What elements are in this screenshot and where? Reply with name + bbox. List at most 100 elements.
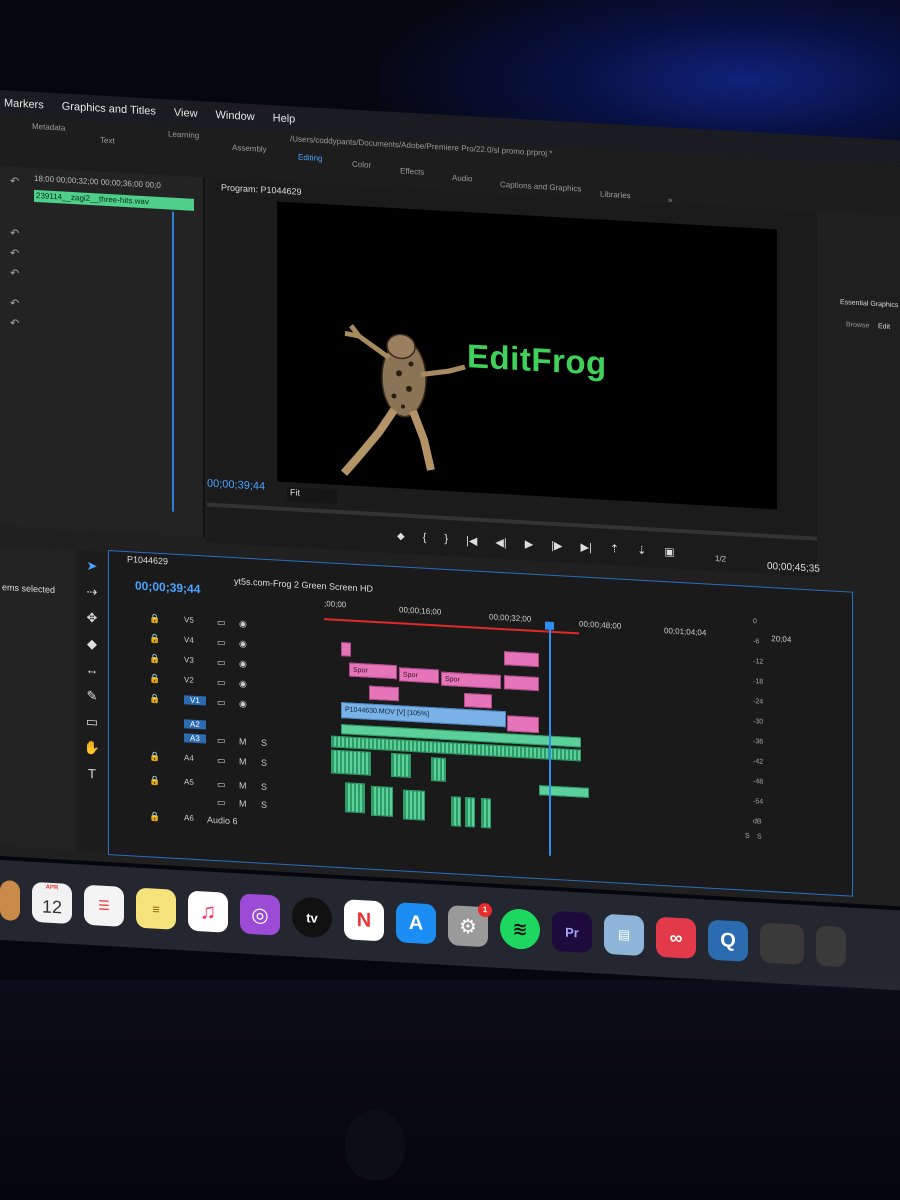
step-back-icon[interactable]: ◀| — [495, 536, 506, 550]
tab-text[interactable]: Text — [100, 136, 115, 146]
sync-icon[interactable]: ▭ — [217, 779, 226, 790]
tab-effects[interactable]: Effects — [400, 166, 424, 176]
sync-icon[interactable]: ▭ — [217, 677, 226, 688]
tab-libraries[interactable]: Libraries — [600, 190, 631, 201]
quicktime-icon[interactable]: Q — [708, 919, 748, 962]
menu-view[interactable]: View — [174, 107, 198, 120]
lock-icon[interactable]: 🔒 — [149, 775, 160, 787]
timeline-tab[interactable]: P1044629 — [127, 554, 168, 566]
tab-metadata[interactable]: Metadata — [32, 122, 65, 133]
type-tool-icon[interactable]: T — [81, 763, 103, 786]
mute-button[interactable]: M — [239, 780, 247, 790]
lock-icon[interactable]: 🔒 — [149, 653, 160, 665]
tab-color[interactable]: Color — [352, 160, 371, 170]
program-scrubber[interactable] — [207, 502, 817, 541]
menu-graphics-titles[interactable]: Graphics and Titles — [62, 100, 156, 117]
resolution-dropdown[interactable]: 1/2 — [715, 554, 726, 564]
mute-button[interactable]: M — [239, 798, 247, 808]
track-a4[interactable]: A4 — [184, 753, 194, 763]
selection-tool-icon[interactable]: ➤ — [81, 555, 103, 578]
source-audio-clip[interactable]: 239114__zagi2__three-hits.wav — [34, 189, 194, 211]
audio-clip[interactable] — [331, 749, 371, 776]
edit-tab[interactable]: Edit — [878, 323, 890, 331]
track-v4[interactable]: V4 — [184, 635, 194, 645]
tab-editing[interactable]: Editing — [298, 153, 322, 163]
play-button-icon[interactable]: ▶ — [525, 537, 533, 550]
undo-icon[interactable]: ↶ — [10, 175, 19, 189]
undo-icon[interactable]: ↶ — [10, 267, 19, 281]
timeline-clip[interactable] — [369, 685, 399, 702]
music-icon[interactable]: ♫ — [188, 890, 228, 933]
audio-clip[interactable] — [481, 797, 491, 829]
lock-icon[interactable]: 🔒 — [149, 811, 160, 823]
system-settings-icon[interactable]: ⚙ 1 — [448, 902, 492, 948]
sync-icon[interactable]: ▭ — [217, 797, 226, 808]
news-icon[interactable]: N — [344, 899, 384, 942]
audio-clip[interactable] — [371, 785, 393, 817]
track-v2[interactable]: V2 — [184, 675, 194, 685]
editfrog-title-overlay[interactable]: EditFrog — [467, 337, 607, 383]
track-select-tool-icon[interactable]: ⇢ — [81, 581, 103, 604]
creative-cloud-icon[interactable]: ∞ — [656, 916, 696, 959]
audio-clip[interactable] — [345, 782, 365, 814]
eye-icon[interactable]: ◉ — [239, 678, 247, 689]
track-a2[interactable]: A2 — [184, 719, 206, 730]
mark-in-icon[interactable]: { — [423, 532, 427, 545]
lock-icon[interactable]: 🔒 — [149, 673, 160, 685]
mark-out-icon[interactable]: } — [444, 533, 448, 546]
notes-icon[interactable]: ≡ — [136, 887, 176, 930]
timeline-clip-spor[interactable]: Spor — [349, 662, 397, 680]
podcasts-icon[interactable]: ◎ — [240, 893, 280, 936]
audio-clip[interactable] — [403, 789, 425, 821]
sync-icon[interactable]: ▭ — [217, 735, 226, 746]
solo-button[interactable]: S — [261, 738, 267, 748]
sync-icon[interactable]: ▭ — [217, 637, 226, 648]
undo-icon[interactable]: ↶ — [10, 247, 19, 261]
timeline-timecode[interactable]: 00;00;39;44 — [135, 579, 200, 597]
lift-icon[interactable]: ⇡ — [610, 542, 619, 556]
calendar-icon[interactable]: APR 12 — [32, 881, 72, 925]
tab-assembly[interactable]: Assembly — [232, 143, 267, 154]
menu-markers[interactable]: Markers — [4, 97, 44, 111]
export-frame-icon[interactable]: ▣ — [664, 545, 674, 559]
menu-window[interactable]: Window — [216, 109, 255, 123]
sync-icon[interactable]: ▭ — [217, 697, 226, 708]
track-v5[interactable]: V5 — [184, 615, 194, 625]
go-to-in-icon[interactable]: |◀ — [466, 534, 477, 548]
solo-button[interactable]: S — [261, 758, 267, 768]
track-a3[interactable]: A3 — [184, 733, 206, 744]
audio6-label[interactable]: Audio 6 — [207, 815, 238, 827]
razor-tool-icon[interactable]: ◆ — [81, 633, 103, 656]
undo-icon[interactable]: ↶ — [10, 227, 19, 241]
slip-tool-icon[interactable]: ↔ — [81, 659, 103, 682]
mute-button[interactable]: M — [239, 756, 247, 766]
go-to-out-icon[interactable]: ▶| — [581, 540, 592, 554]
track-v3[interactable]: V3 — [184, 655, 194, 665]
step-forward-icon[interactable]: |▶ — [551, 539, 562, 553]
eye-icon[interactable]: ◉ — [239, 658, 247, 669]
lock-icon[interactable]: 🔒 — [149, 613, 160, 625]
reminders-icon[interactable]: ☰ — [84, 884, 124, 927]
eye-icon[interactable]: ◉ — [239, 698, 247, 709]
program-video-frame[interactable]: EditFrog — [277, 201, 777, 510]
menu-help[interactable]: Help — [273, 112, 296, 125]
add-marker-icon[interactable]: ⬥ — [397, 530, 405, 543]
track-v1[interactable]: V1 — [184, 695, 206, 706]
audio-clip[interactable] — [539, 785, 589, 798]
audio-clip[interactable] — [431, 757, 446, 782]
lock-icon[interactable]: 🔒 — [149, 693, 160, 705]
undo-icon[interactable]: ↶ — [10, 317, 19, 331]
sync-icon[interactable]: ▭ — [217, 617, 226, 628]
track-a5[interactable]: A5 — [184, 777, 194, 787]
solo-button[interactable]: S — [261, 800, 267, 810]
timeline-clip[interactable] — [504, 651, 539, 668]
minimized-window-thumbnail[interactable] — [760, 922, 804, 965]
track-a6[interactable]: A6 — [184, 813, 194, 823]
sync-icon[interactable]: ▭ — [217, 755, 226, 766]
ripple-edit-tool-icon[interactable]: ✥ — [81, 607, 103, 630]
spotify-icon[interactable]: ≋ — [500, 907, 540, 951]
timeline-clip-spor[interactable]: Spor — [399, 667, 439, 684]
undo-icon[interactable]: ↶ — [10, 297, 19, 311]
meter-solo-button[interactable]: S — [745, 833, 750, 840]
timeline-clip[interactable] — [464, 692, 492, 709]
